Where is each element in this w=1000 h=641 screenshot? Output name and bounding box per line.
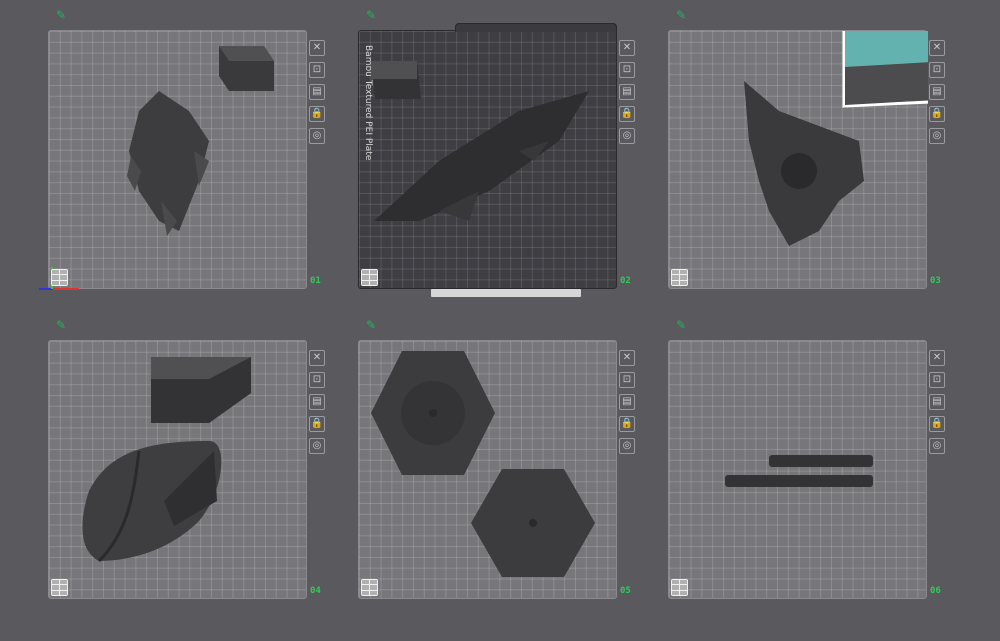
plate-build-area[interactable]: Bambu Textured PEI Plate bbox=[358, 23, 617, 297]
settings-icon[interactable]: ◎ bbox=[619, 128, 635, 144]
plate-toolbar: ✕ ⊡ ▤ 🔒 ◎ bbox=[309, 350, 327, 454]
settings-icon[interactable]: ◎ bbox=[929, 438, 945, 454]
plate-build-area[interactable] bbox=[358, 340, 617, 599]
settings-icon[interactable]: ◎ bbox=[929, 128, 945, 144]
layout-icon[interactable]: ▤ bbox=[619, 394, 635, 410]
plate-number: 04 bbox=[310, 586, 321, 596]
plate-card-05[interactable]: ✎ ✕ ⊡ ▤ 🔒 ◎ 05 bbox=[358, 318, 658, 608]
plate-number: 03 bbox=[930, 276, 941, 286]
camera-icon[interactable]: ⊡ bbox=[929, 62, 945, 78]
arrange-icon[interactable] bbox=[671, 269, 688, 286]
plate-toolbar: ✕ ⊡ ▤ 🔒 ◎ bbox=[929, 350, 947, 454]
model-preview bbox=[744, 31, 928, 246]
plate-card-01[interactable]: ✎ ✕ ⊡ ▤ 🔒 ◎ 01 bbox=[39, 8, 348, 298]
camera-icon[interactable]: ⊡ bbox=[309, 62, 325, 78]
plate-number: 01 bbox=[310, 276, 321, 286]
model-preview bbox=[127, 46, 274, 236]
camera-icon[interactable]: ⊡ bbox=[309, 372, 325, 388]
close-icon[interactable]: ✕ bbox=[309, 350, 325, 366]
lock-icon[interactable]: 🔒 bbox=[309, 416, 325, 432]
arrange-icon[interactable] bbox=[51, 579, 68, 596]
plate-build-area[interactable] bbox=[668, 340, 927, 599]
pencil-icon[interactable]: ✎ bbox=[56, 318, 70, 332]
close-icon[interactable]: ✕ bbox=[929, 350, 945, 366]
settings-icon[interactable]: ◎ bbox=[309, 438, 325, 454]
plate-card-03[interactable]: ✎ ✕ ⊡ ▤ 🔒 ◎ 03 bbox=[668, 8, 968, 298]
close-icon[interactable]: ✕ bbox=[619, 350, 635, 366]
layout-icon[interactable]: ▤ bbox=[929, 84, 945, 100]
arrange-icon[interactable] bbox=[361, 579, 378, 596]
plate-build-area[interactable] bbox=[668, 30, 928, 289]
close-icon[interactable]: ✕ bbox=[619, 40, 635, 56]
lock-icon[interactable]: 🔒 bbox=[929, 106, 945, 122]
pencil-icon[interactable]: ✎ bbox=[676, 8, 690, 22]
lock-icon[interactable]: 🔒 bbox=[619, 416, 635, 432]
pencil-icon[interactable]: ✎ bbox=[366, 318, 380, 332]
model-preview bbox=[371, 61, 589, 221]
layout-icon[interactable]: ▤ bbox=[309, 84, 325, 100]
plate-card-04[interactable]: ✎ ✕ ⊡ ▤ 🔒 ◎ 04 bbox=[48, 318, 348, 608]
arrange-icon[interactable] bbox=[51, 269, 68, 286]
arrange-icon[interactable] bbox=[361, 269, 378, 286]
close-icon[interactable]: ✕ bbox=[309, 40, 325, 56]
layout-icon[interactable]: ▤ bbox=[619, 84, 635, 100]
pencil-icon[interactable]: ✎ bbox=[366, 8, 380, 22]
camera-icon[interactable]: ⊡ bbox=[929, 372, 945, 388]
layout-icon[interactable]: ▤ bbox=[929, 394, 945, 410]
lock-icon[interactable]: 🔒 bbox=[309, 106, 325, 122]
model-preview bbox=[82, 357, 251, 563]
arrange-icon[interactable] bbox=[671, 579, 688, 596]
plate-number: 02 bbox=[620, 276, 631, 286]
settings-icon[interactable]: ◎ bbox=[619, 438, 635, 454]
plate-toolbar: ✕ ⊡ ▤ 🔒 ◎ bbox=[619, 40, 637, 144]
plate-info-bar bbox=[431, 289, 581, 297]
pencil-icon[interactable]: ✎ bbox=[56, 8, 70, 22]
camera-icon[interactable]: ⊡ bbox=[619, 372, 635, 388]
model-preview bbox=[725, 455, 873, 487]
layout-icon[interactable]: ▤ bbox=[309, 394, 325, 410]
model-preview bbox=[371, 351, 595, 577]
plate-build-area[interactable] bbox=[48, 340, 307, 599]
plate-build-area[interactable] bbox=[39, 30, 307, 290]
plate-toolbar: ✕ ⊡ ▤ 🔒 ◎ bbox=[929, 40, 947, 144]
plate-card-02[interactable]: ✎ Bambu Textured PEI Plate ✕ ⊡ ▤ 🔒 ◎ 02 bbox=[358, 8, 658, 298]
plate-card-06[interactable]: ✎ ✕ ⊡ ▤ 🔒 ◎ 06 bbox=[668, 318, 968, 608]
plate-toolbar: ✕ ⊡ ▤ 🔒 ◎ bbox=[619, 350, 637, 454]
pencil-icon[interactable]: ✎ bbox=[676, 318, 690, 332]
plate-number: 06 bbox=[930, 586, 941, 596]
camera-icon[interactable]: ⊡ bbox=[619, 62, 635, 78]
plate-number: 05 bbox=[620, 586, 631, 596]
plate-toolbar: ✕ ⊡ ▤ 🔒 ◎ bbox=[309, 40, 327, 144]
close-icon[interactable]: ✕ bbox=[929, 40, 945, 56]
settings-icon[interactable]: ◎ bbox=[309, 128, 325, 144]
lock-icon[interactable]: 🔒 bbox=[619, 106, 635, 122]
lock-icon[interactable]: 🔒 bbox=[929, 416, 945, 432]
